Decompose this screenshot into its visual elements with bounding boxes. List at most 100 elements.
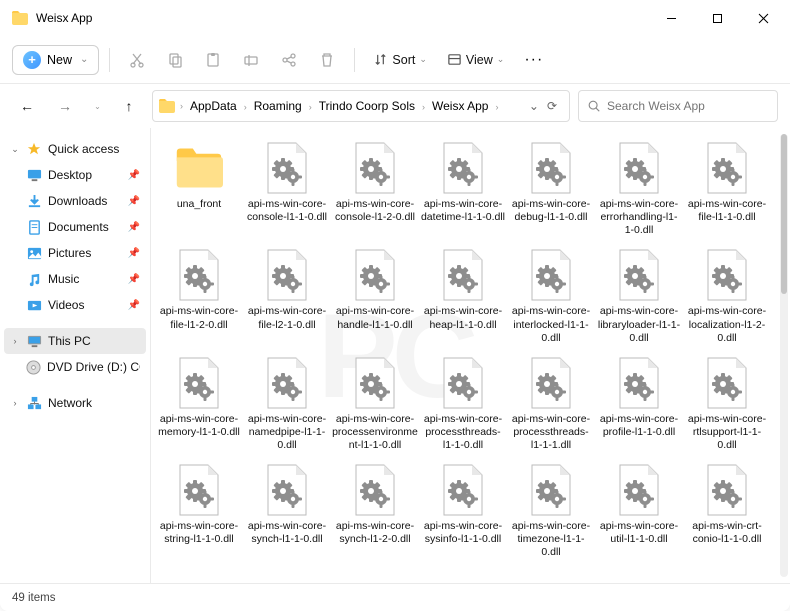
file-item[interactable]: api-ms-win-core-console-l1-2-0.dll (331, 136, 419, 241)
sort-button[interactable]: Sort ⌄ (365, 47, 434, 72)
up-button[interactable]: ↑ (114, 91, 144, 121)
scrollbar[interactable] (780, 134, 788, 577)
file-item[interactable]: api-ms-win-core-processenvironment-l1-1-… (331, 351, 419, 456)
sidebar-this-pc[interactable]: › This PC (4, 328, 146, 354)
file-item[interactable]: api-ms-win-core-file-l1-2-0.dll (155, 243, 243, 348)
search-input[interactable] (607, 99, 769, 113)
minimize-button[interactable] (648, 2, 694, 34)
file-item[interactable]: api-ms-win-core-profile-l1-1-0.dll (595, 351, 683, 456)
sidebar-item[interactable]: Pictures📌 (4, 240, 146, 266)
recent-button[interactable]: ⌄ (88, 91, 106, 121)
file-item[interactable]: api-ms-win-core-memory-l1-1-0.dll (155, 351, 243, 456)
sidebar-item[interactable]: Music📌 (4, 266, 146, 292)
dll-icon (439, 462, 487, 518)
file-item[interactable]: api-ms-win-core-sysinfo-l1-1-0.dll (419, 458, 507, 563)
cut-button[interactable] (120, 44, 154, 76)
file-label: api-ms-win-core-handle-l1-1-0.dll (332, 303, 418, 343)
item-icon (26, 167, 42, 183)
forward-button[interactable]: → (50, 91, 80, 121)
file-item[interactable]: api-ms-win-core-processthreads-l1-1-1.dl… (507, 351, 595, 456)
file-label: api-ms-win-core-synch-l1-2-0.dll (332, 518, 418, 558)
file-item[interactable]: api-ms-win-core-processthreads-l1-1-0.dl… (419, 351, 507, 456)
sidebar-dvd[interactable]: DVD Drive (D:) CCCC (4, 354, 146, 380)
sidebar-item[interactable]: Videos📌 (4, 292, 146, 318)
file-label: api-ms-win-core-libraryloader-l1-1-0.dll (596, 303, 682, 344)
file-item[interactable]: api-ms-win-core-localization-l1-2-0.dll (683, 243, 771, 348)
breadcrumb-dropdown[interactable]: ⌄ (529, 99, 539, 113)
rename-button[interactable] (234, 44, 268, 76)
breadcrumb-item[interactable]: AppData (188, 99, 239, 113)
pin-icon: 📌 (128, 222, 140, 233)
file-label: api-ms-win-core-localization-l1-2-0.dll (684, 303, 770, 344)
plus-icon: + (23, 51, 41, 69)
file-item[interactable]: api-ms-win-core-file-l1-1-0.dll (683, 136, 771, 241)
close-button[interactable] (740, 2, 786, 34)
status-bar: 49 items (0, 583, 790, 611)
file-item[interactable]: api-ms-win-core-util-l1-1-0.dll (595, 458, 683, 563)
pin-icon: 📌 (128, 196, 140, 207)
view-icon (447, 52, 462, 67)
file-item[interactable]: api-ms-win-core-synch-l1-1-0.dll (243, 458, 331, 563)
file-label: api-ms-win-core-console-l1-2-0.dll (332, 196, 418, 236)
file-label: api-ms-win-core-namedpipe-l1-1-0.dll (244, 411, 330, 452)
share-button[interactable] (272, 44, 306, 76)
breadcrumb-item[interactable]: Weisx App (430, 99, 490, 113)
file-item[interactable]: api-ms-win-core-heap-l1-1-0.dll (419, 243, 507, 348)
sidebar-item-label: Documents (48, 220, 109, 234)
sidebar-item[interactable]: Downloads📌 (4, 188, 146, 214)
paste-button[interactable] (196, 44, 230, 76)
breadcrumb-item[interactable]: Roaming (252, 99, 304, 113)
disc-icon (26, 359, 41, 375)
refresh-button[interactable]: ⟳ (547, 99, 557, 113)
file-item[interactable]: api-ms-win-core-timezone-l1-1-0.dll (507, 458, 595, 563)
sidebar-quick-access[interactable]: ⌄ Quick access (4, 136, 146, 162)
sidebar-item-label: Pictures (48, 246, 91, 260)
item-icon (26, 193, 42, 209)
file-item[interactable]: api-ms-win-core-rtlsupport-l1-1-0.dll (683, 351, 771, 456)
delete-button[interactable] (310, 44, 344, 76)
file-item[interactable]: api-ms-win-core-interlocked-l1-1-0.dll (507, 243, 595, 348)
view-button[interactable]: View ⌄ (439, 47, 512, 72)
item-icon (26, 297, 42, 313)
file-item[interactable]: api-ms-win-core-errorhandling-l1-1-0.dll (595, 136, 683, 241)
file-item[interactable]: api-ms-win-core-datetime-l1-1-0.dll (419, 136, 507, 241)
scrollbar-thumb[interactable] (781, 134, 787, 294)
file-label: api-ms-win-core-rtlsupport-l1-1-0.dll (684, 411, 770, 452)
file-item[interactable]: api-ms-win-core-synch-l1-2-0.dll (331, 458, 419, 563)
file-label: api-ms-win-core-string-l1-1-0.dll (156, 518, 242, 558)
file-label: api-ms-win-core-heap-l1-1-0.dll (420, 303, 506, 343)
sidebar-network[interactable]: › Network (4, 390, 146, 416)
back-button[interactable]: ← (12, 91, 42, 121)
file-label: api-ms-win-core-sysinfo-l1-1-0.dll (420, 518, 506, 558)
more-button[interactable]: ··· (516, 47, 551, 73)
maximize-button[interactable] (694, 2, 740, 34)
file-label: api-ms-win-core-timezone-l1-1-0.dll (508, 518, 594, 559)
navigation-bar: ← → ⌄ ↑ › AppData›Roaming›Trindo Coorp S… (0, 84, 790, 128)
file-item[interactable]: api-ms-win-core-debug-l1-1-0.dll (507, 136, 595, 241)
file-item[interactable]: api-ms-win-core-namedpipe-l1-1-0.dll (243, 351, 331, 456)
breadcrumb-item[interactable]: Trindo Coorp Sols (317, 99, 417, 113)
file-item[interactable]: api-ms-win-core-libraryloader-l1-1-0.dll (595, 243, 683, 348)
file-label: api-ms-win-core-errorhandling-l1-1-0.dll (596, 196, 682, 237)
file-item[interactable]: api-ms-win-core-string-l1-1-0.dll (155, 458, 243, 563)
file-item[interactable]: api-ms-win-crt-conio-l1-1-0.dll (683, 458, 771, 563)
file-item[interactable]: api-ms-win-core-handle-l1-1-0.dll (331, 243, 419, 348)
new-button[interactable]: + New ⌄ (12, 45, 99, 75)
file-label: api-ms-win-core-file-l1-1-0.dll (684, 196, 770, 236)
breadcrumb[interactable]: › AppData›Roaming›Trindo Coorp Sols›Weis… (152, 90, 570, 122)
sidebar-item[interactable]: Desktop📌 (4, 162, 146, 188)
copy-button[interactable] (158, 44, 192, 76)
file-item[interactable]: api-ms-win-core-console-l1-1-0.dll (243, 136, 331, 241)
file-item[interactable]: api-ms-win-core-file-l2-1-0.dll (243, 243, 331, 348)
star-icon (26, 141, 42, 157)
folder-item[interactable]: una_front (155, 136, 243, 241)
chevron-right-icon: › (239, 102, 252, 112)
folder-icon (175, 140, 223, 196)
file-label: api-ms-win-core-datetime-l1-1-0.dll (420, 196, 506, 236)
search-box[interactable] (578, 90, 778, 122)
file-label: api-ms-win-core-processenvironment-l1-1-… (332, 411, 418, 452)
title-bar: Weisx App (0, 0, 790, 36)
dll-icon (175, 247, 223, 303)
dll-icon (615, 140, 663, 196)
sidebar-item[interactable]: Documents 📌 (4, 214, 146, 240)
